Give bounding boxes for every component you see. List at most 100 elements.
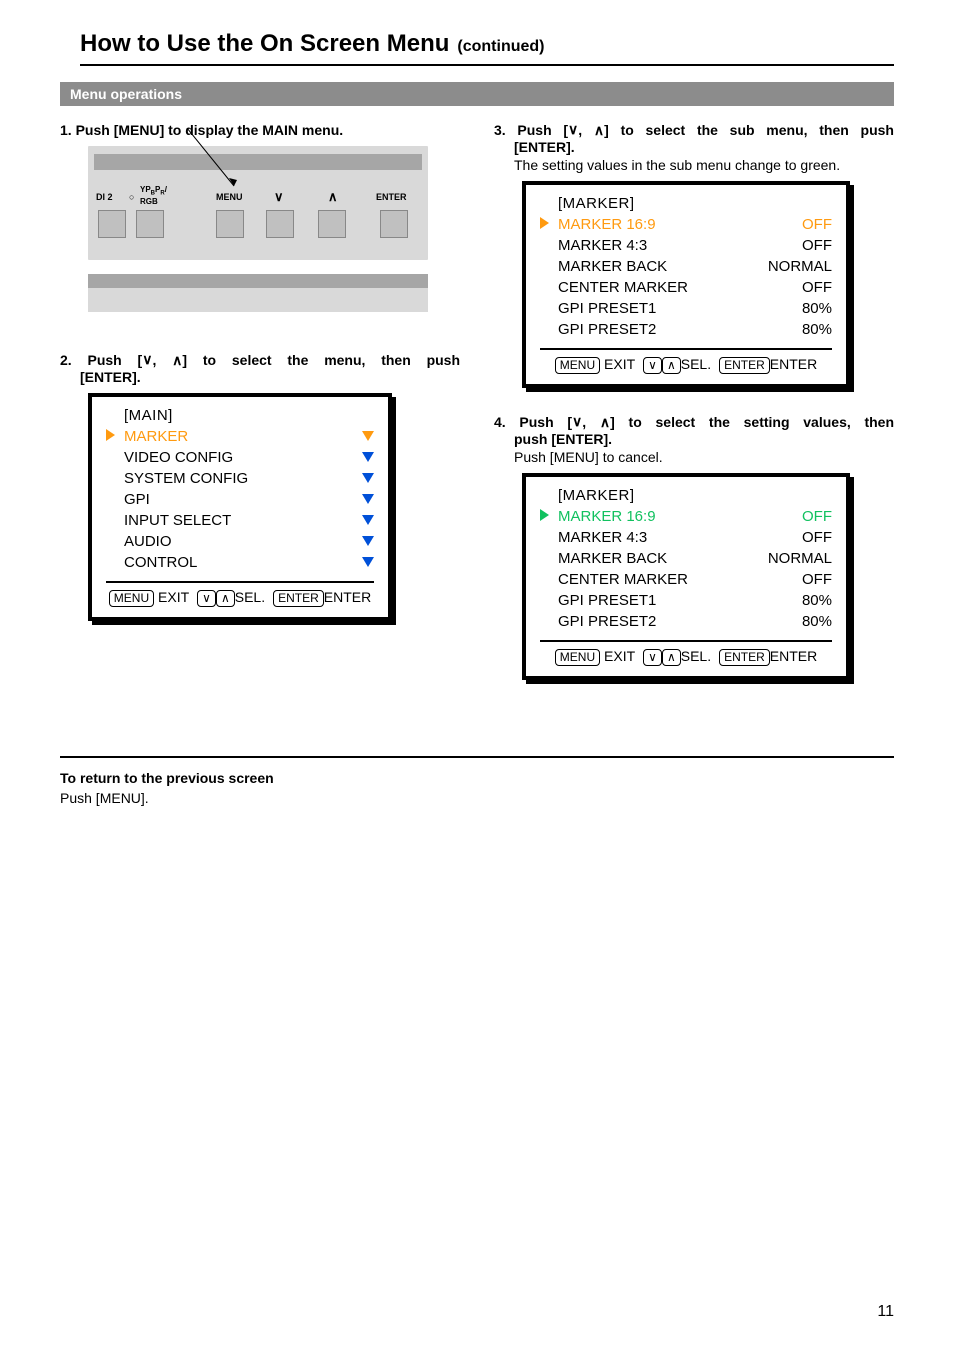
osd-item-value: 80%	[758, 321, 832, 338]
keycap-down-icon: ∨	[197, 590, 216, 607]
osd-row: INPUT SELECT	[106, 510, 374, 531]
osd-item-label: MARKER 4:3	[558, 529, 758, 546]
page-title: How to Use the On Screen Menu	[80, 30, 449, 58]
osd-row: GPI PRESET180%	[540, 590, 832, 611]
osd-item-label: MARKER 16:9	[558, 508, 758, 525]
return-heading: To return to the previous screen	[60, 768, 894, 788]
osd-row: VIDEO CONFIG	[106, 447, 374, 468]
down-icon: ∧	[572, 414, 582, 431]
osd-row: CONTROL	[106, 552, 374, 573]
keycap-down-icon: ∨	[643, 357, 662, 374]
osd-item-value: 80%	[758, 613, 832, 630]
left-column: 1. Push [MENU] to display the MAIN menu.…	[60, 122, 460, 706]
submenu-arrow-icon	[356, 470, 374, 487]
indicator-circle-icon: ○	[129, 192, 134, 202]
step-text-pre: Push [	[519, 414, 572, 430]
down-icon: ∨	[274, 189, 284, 205]
hw-button	[98, 210, 126, 238]
osd-row: GPI	[106, 489, 374, 510]
return-note: To return to the previous screen Push [M…	[60, 768, 894, 809]
osd-item-label: MARKER BACK	[558, 258, 758, 275]
osd-item-label: SYSTEM CONFIG	[124, 470, 356, 487]
keycap-menu-icon: MENU	[555, 649, 600, 666]
osd-row: CENTER MARKEROFF	[540, 569, 832, 590]
hw-button	[318, 210, 346, 238]
osd-item-label: AUDIO	[124, 533, 356, 550]
osd-sub-menu-1: [MARKER] MARKER 16:9OFFMARKER 4:3OFFMARK…	[522, 181, 850, 388]
cursor-icon	[540, 216, 558, 233]
osd-item-label: CONTROL	[124, 554, 356, 571]
osd-item-value: OFF	[758, 571, 832, 588]
osd-row: GPI PRESET180%	[540, 298, 832, 319]
keycap-menu-icon: MENU	[109, 590, 154, 607]
osd-row: SYSTEM CONFIG	[106, 468, 374, 489]
osd-item-value: OFF	[758, 237, 832, 254]
down-icon: ∧	[142, 352, 152, 369]
osd-item-value: 80%	[758, 300, 832, 317]
osd-title: [MARKER]	[558, 487, 832, 504]
keycap-up-icon: ∧	[662, 357, 681, 374]
divider	[60, 756, 894, 758]
osd-footer: MENU EXIT ∨∧SEL. ENTERENTER	[540, 348, 832, 376]
osd-item-value: NORMAL	[758, 258, 832, 275]
submenu-arrow-icon	[356, 491, 374, 508]
return-body: Push [MENU].	[60, 788, 894, 808]
keycap-enter-icon: ENTER	[273, 590, 324, 607]
osd-item-label: MARKER 16:9	[558, 216, 758, 233]
submenu-arrow-icon	[356, 533, 374, 550]
osd-item-label: MARKER 4:3	[558, 237, 758, 254]
step-text-pre: Push [	[517, 122, 568, 138]
osd-row: AUDIO	[106, 531, 374, 552]
step-1: 1. Push [MENU] to display the MAIN menu.…	[60, 122, 460, 316]
step-number: 4.	[494, 414, 506, 430]
osd-footer: MENU EXIT ∨∧SEL. ENTERENTER	[540, 640, 832, 668]
osd-main-menu: [MAIN] MARKERVIDEO CONFIG SYSTEM CONFIG GP…	[88, 393, 392, 621]
step-number: 1.	[60, 122, 72, 138]
osd-row: MARKER 16:9OFF	[540, 214, 832, 235]
up-icon: ∧	[600, 414, 610, 431]
step-number: 3.	[494, 122, 506, 138]
step-2: 2. Push [∧, ∧] to select the menu, then …	[60, 352, 460, 621]
osd-item-label: CENTER MARKER	[558, 279, 758, 296]
step-3: 3. Push [∧, ∧] to select the sub menu, t…	[494, 122, 894, 388]
label-enter: ENTER	[376, 192, 407, 202]
osd-item-label: GPI PRESET1	[558, 300, 758, 317]
osd-item-label: CENTER MARKER	[558, 571, 758, 588]
osd-item-label: GPI PRESET1	[558, 592, 758, 609]
hardware-panel-diagram: DI 2 ○ YPBPR/ RGB MENU ∨ ∧ ENTER	[88, 146, 428, 316]
label-ypbpr-rgb: YPBPR/ RGB	[140, 186, 167, 206]
osd-item-label: MARKER BACK	[558, 550, 758, 567]
osd-item-value: OFF	[758, 216, 832, 233]
step-number: 2.	[60, 352, 72, 368]
osd-footer: MENU EXIT ∨∧SEL. ENTERENTER	[106, 581, 374, 609]
osd-row: MARKER 16:9OFF	[540, 506, 832, 527]
step-text-post: ] to select the menu, then push	[182, 352, 460, 368]
section-heading: Menu operations	[60, 82, 894, 106]
osd-row: MARKER BACKNORMAL	[540, 548, 832, 569]
osd-row: MARKER 4:3OFF	[540, 235, 832, 256]
page-number: 11	[877, 1303, 894, 1321]
osd-title: [MARKER]	[558, 195, 832, 212]
hw-button	[136, 210, 164, 238]
osd-row: MARKER	[106, 426, 374, 447]
hw-button	[380, 210, 408, 238]
submenu-arrow-icon	[356, 428, 374, 445]
up-icon: ∧	[328, 189, 338, 205]
osd-sub-menu-2: [MARKER] MARKER 16:9OFFMARKER 4:3OFFMARK…	[522, 473, 850, 680]
osd-item-value: 80%	[758, 592, 832, 609]
cursor-icon	[106, 428, 124, 445]
right-column: 3. Push [∧, ∧] to select the sub menu, t…	[494, 122, 894, 706]
step-text-mid: ,	[582, 414, 600, 430]
osd-item-label: GPI PRESET2	[558, 613, 758, 630]
hw-button	[216, 210, 244, 238]
keycap-menu-icon: MENU	[555, 357, 600, 374]
osd-item-label: INPUT SELECT	[124, 512, 356, 529]
step-body: Push [MENU] to cancel.	[514, 449, 894, 465]
osd-title: [MAIN]	[124, 407, 374, 424]
osd-item-label: GPI PRESET2	[558, 321, 758, 338]
up-icon: ∧	[172, 352, 182, 369]
osd-item-value: OFF	[758, 529, 832, 546]
hw-button	[266, 210, 294, 238]
keycap-down-icon: ∨	[643, 649, 662, 666]
keycap-up-icon: ∧	[216, 590, 235, 607]
